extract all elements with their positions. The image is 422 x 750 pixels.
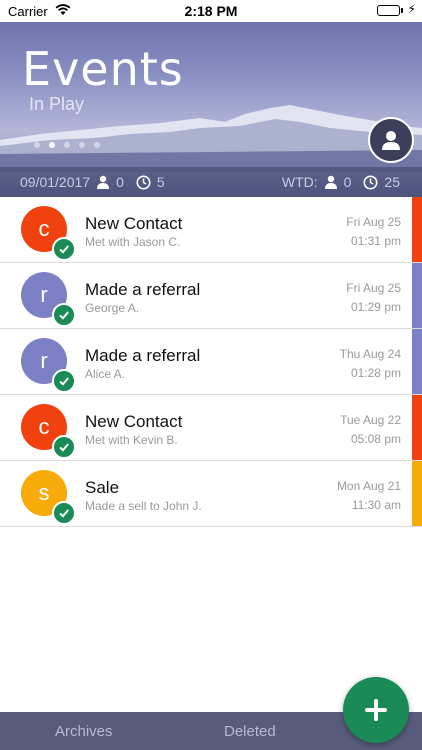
- event-date: Thu Aug 24: [339, 347, 401, 361]
- status-bar: Carrier 2:18 PM ⚡: [0, 0, 422, 22]
- events-header: Events In Play 09/01/2017 0 5 WTD: 0 25: [0, 22, 422, 197]
- day-contacts-count: 0: [116, 174, 124, 190]
- day-time-count: 5: [156, 174, 165, 190]
- event-row[interactable]: c New Contact Met with Jason C. Fri Aug …: [0, 197, 422, 263]
- person-icon: [324, 175, 337, 189]
- stats-bar: 09/01/2017 0 5 WTD: 0 25: [0, 167, 422, 197]
- event-title: Made a referral: [85, 346, 201, 365]
- event-color-stripe: [412, 395, 422, 460]
- event-date: Fri Aug 25: [346, 281, 401, 295]
- deleted-tab[interactable]: Deleted: [224, 723, 276, 740]
- archives-tab[interactable]: Archives: [55, 723, 113, 740]
- event-date: Tue Aug 22: [340, 413, 401, 427]
- event-row[interactable]: s Sale Made a sell to John J. Mon Aug 21…: [0, 461, 422, 527]
- event-subtitle: Met with Kevin B.: [85, 433, 178, 447]
- event-time: 01:31 pm: [350, 234, 401, 248]
- event-title: New Contact: [85, 412, 183, 431]
- wtd-label: WTD:: [281, 174, 318, 190]
- event-title: New Contact: [85, 214, 183, 233]
- stats-date: 09/01/2017: [20, 174, 91, 190]
- plus-icon: [365, 699, 387, 721]
- checkmark-icon: [52, 435, 76, 459]
- event-subtitle: Alice A.: [85, 367, 126, 381]
- event-color-stripe: [412, 197, 422, 262]
- page-title: Events: [22, 42, 184, 96]
- checkmark-icon: [52, 303, 76, 327]
- event-row[interactable]: c New Contact Met with Kevin B. Tue Aug …: [0, 395, 422, 461]
- page-dot[interactable]: [79, 142, 85, 148]
- event-title: Sale: [85, 478, 120, 497]
- event-date: Mon Aug 21: [336, 479, 401, 493]
- page-indicator[interactable]: [34, 142, 100, 148]
- checkmark-icon: [52, 369, 76, 393]
- person-icon: [97, 175, 110, 189]
- add-event-button[interactable]: [343, 677, 409, 743]
- profile-button[interactable]: [368, 117, 414, 163]
- checkmark-icon: [52, 237, 76, 261]
- event-list: c New Contact Met with Jason C. Fri Aug …: [0, 197, 422, 527]
- event-title: Made a referral: [85, 280, 201, 299]
- page-dot[interactable]: [64, 142, 70, 148]
- event-date: Fri Aug 25: [346, 215, 401, 229]
- event-subtitle: Made a sell to John J.: [85, 499, 202, 513]
- battery-icon: [377, 5, 400, 16]
- event-time: 05:08 pm: [350, 432, 401, 446]
- event-row[interactable]: r Made a referral Alice A. Thu Aug 24 01…: [0, 329, 422, 395]
- charging-bolt-icon: ⚡: [407, 2, 416, 16]
- page-subtitle: In Play: [29, 94, 85, 114]
- page-dot-active[interactable]: [49, 142, 55, 148]
- event-color-stripe: [412, 263, 422, 328]
- wtd-time-count: 25: [384, 174, 400, 190]
- person-icon: [382, 131, 400, 150]
- battery-cap: [401, 8, 403, 13]
- clock-icon: [363, 175, 378, 189]
- event-color-stripe: [412, 461, 422, 526]
- clock-time: 2:18 PM: [184, 3, 238, 19]
- page-dot[interactable]: [94, 142, 100, 148]
- wtd-contacts-count: 0: [343, 174, 352, 190]
- page-dot[interactable]: [34, 142, 40, 148]
- event-time: 11:30 am: [351, 498, 401, 512]
- event-subtitle: Met with Jason C.: [85, 235, 181, 249]
- clock-icon: [136, 175, 151, 189]
- event-row[interactable]: r Made a referral George A. Fri Aug 25 0…: [0, 263, 422, 329]
- event-time: 01:28 pm: [350, 366, 401, 380]
- event-time: 01:29 pm: [350, 300, 401, 314]
- checkmark-icon: [52, 501, 76, 525]
- event-color-stripe: [412, 329, 422, 394]
- event-subtitle: George A.: [85, 301, 140, 315]
